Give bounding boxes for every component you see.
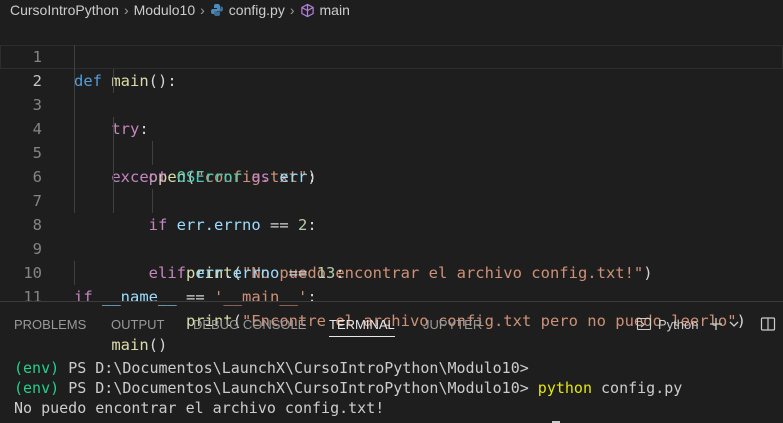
terminal-line: (env) PS D:\Documentos\LaunchX\CursoIntr… xyxy=(14,378,779,398)
terminal-output[interactable]: (env) PS D:\Documentos\LaunchX\CursoIntr… xyxy=(14,358,779,423)
prompt-text: PS D:\Documentos\LaunchX\CursoIntroPytho… xyxy=(68,379,529,397)
terminal-line: (env) PS D:\Documentos\LaunchX\CursoIntr… xyxy=(14,358,779,378)
chevron-right-icon: › xyxy=(123,2,129,18)
code-line[interactable]: 10 if __name__ == '__main__': xyxy=(0,237,783,306)
symbol-method-icon xyxy=(300,3,315,18)
code-line[interactable]: 3 open("config.txt") xyxy=(0,69,783,186)
indent-guide xyxy=(113,69,114,93)
terminal-profile-button[interactable]: Python xyxy=(636,316,698,332)
indent-guide xyxy=(113,165,114,189)
command-text: python xyxy=(537,379,592,397)
terminal-icon xyxy=(636,316,652,332)
terminal-profile-label: Python xyxy=(658,316,699,332)
breadcrumb-file-config[interactable]: config.py xyxy=(229,2,285,18)
terminal-actions: Python xyxy=(636,314,776,334)
code-line[interactable]: 8 print("Encontre el archivo config.txt … xyxy=(0,189,783,330)
indent-guide xyxy=(113,141,114,165)
tab-debug-console[interactable]: DEBUG CONSOLE xyxy=(193,317,306,332)
code-line[interactable]: 11 main() xyxy=(0,261,783,354)
plus-icon[interactable] xyxy=(708,316,724,332)
python-file-icon xyxy=(210,3,224,17)
indent-guide xyxy=(74,45,75,69)
indent-guide xyxy=(152,141,153,165)
code-line-current[interactable]: 2 try: xyxy=(0,45,783,138)
prompt-text: PS D:\Documentos\LaunchX\CursoIntroPytho… xyxy=(68,359,529,377)
code-line[interactable]: 9 xyxy=(0,213,783,258)
code-line[interactable]: 1 def main(): xyxy=(0,21,783,90)
breadcrumb-symbol-main[interactable]: main xyxy=(320,2,350,18)
chevron-right-icon: › xyxy=(200,2,205,18)
panel-tab-bar: PROBLEMS OUTPUT DEBUG CONSOLE TERMINAL J… xyxy=(0,302,783,346)
indent-guide xyxy=(74,69,75,93)
chevron-down-icon[interactable] xyxy=(728,318,740,330)
chevron-right-icon: › xyxy=(289,2,295,18)
tab-output[interactable]: OUTPUT xyxy=(111,317,164,332)
breadcrumb: CursoIntroPython › Modulo10 › config.py … xyxy=(0,0,783,20)
indent-guide xyxy=(113,117,114,141)
indent-guide xyxy=(74,93,75,117)
breadcrumb-folder-modulo10[interactable]: Modulo10 xyxy=(134,2,196,18)
env-indicator: (env) xyxy=(14,379,60,397)
indent-guide xyxy=(152,189,153,213)
code-line[interactable]: 7 elif err.errno == 13: xyxy=(0,165,783,282)
indent-guide xyxy=(113,189,114,213)
tab-terminal[interactable]: TERMINAL xyxy=(329,317,395,332)
indent-guide xyxy=(74,261,75,285)
command-arg: config.py xyxy=(601,379,683,397)
breadcrumb-folder-cursointropython[interactable]: CursoIntroPython xyxy=(10,2,119,18)
tab-problems[interactable]: PROBLEMS xyxy=(14,317,86,332)
indent-guide xyxy=(74,141,75,165)
code-line[interactable]: 5 if err.errno == 2: xyxy=(0,117,783,234)
indent-guide xyxy=(74,117,75,141)
code-editor[interactable]: 1 def main(): 2 try: 3 open("config.txt"… xyxy=(0,20,783,354)
tab-jupyter[interactable]: JUPYTER xyxy=(423,317,482,332)
indent-guide xyxy=(74,189,75,213)
indent-guide xyxy=(74,165,75,189)
output-text: No puedo encontrar el archivo config.txt… xyxy=(14,399,385,417)
code-line[interactable]: 6 print("No puedo encontrar el archivo c… xyxy=(0,141,783,282)
active-tab-indicator xyxy=(329,336,395,337)
split-terminal-icon[interactable] xyxy=(760,316,776,332)
env-indicator: (env) xyxy=(14,359,60,377)
terminal-line: No puedo encontrar el archivo config.txt… xyxy=(14,398,779,418)
code-line[interactable]: 4 except OSError as err: xyxy=(0,93,783,186)
